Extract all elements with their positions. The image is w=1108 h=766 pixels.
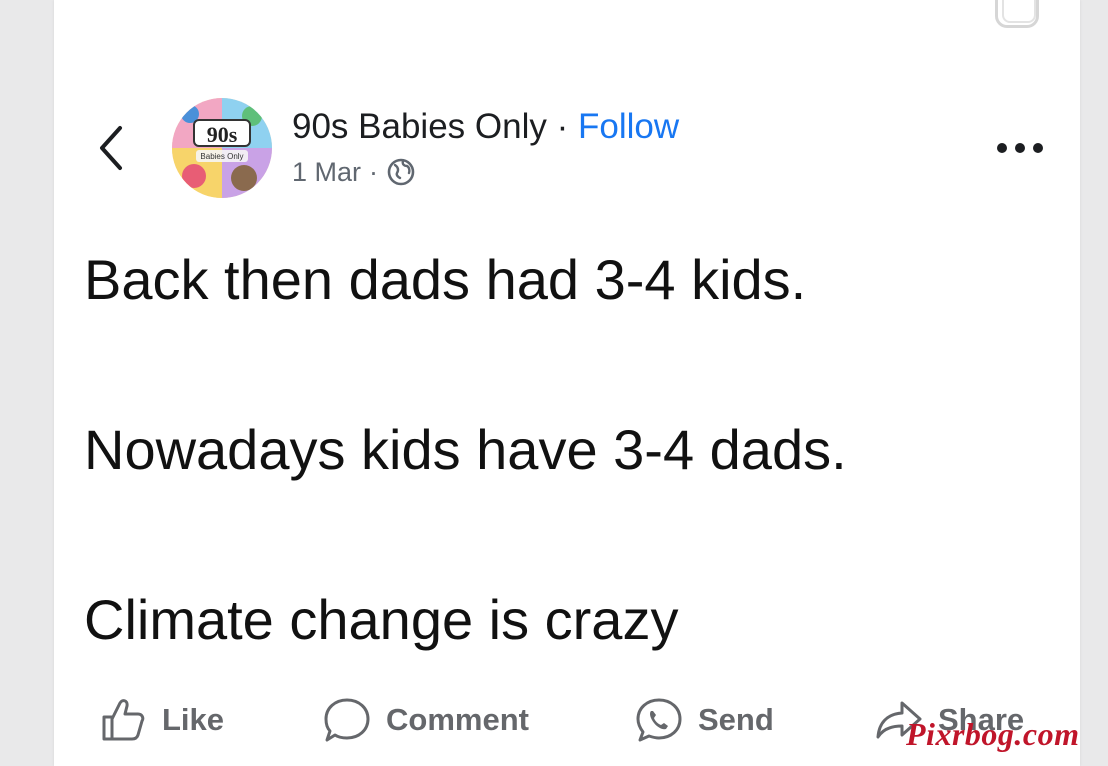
like-button[interactable]: Like (98, 690, 224, 750)
post-header-title: 90s Babies Only · Follow (292, 106, 679, 148)
post-line-3: Climate change is crazy (84, 588, 679, 651)
watermark-text: Pixrbog.com (906, 716, 1080, 752)
like-label: Like (162, 702, 225, 737)
avatar-logo-text: 90s (207, 122, 238, 147)
send-button[interactable]: Send (634, 690, 774, 750)
post-line-2: Nowadays kids have 3-4 dads. (84, 418, 847, 481)
comment-label: Comment (386, 702, 529, 737)
post-body: Back then dads had 3-4 kids. Nowadays ki… (84, 244, 1074, 656)
globe-icon (387, 158, 415, 186)
overlay-square-icon (995, 0, 1039, 28)
comment-button[interactable]: Comment (322, 690, 529, 750)
back-chevron-icon[interactable] (96, 124, 126, 172)
post-date[interactable]: 1 Mar (292, 154, 361, 190)
page-avatar[interactable]: 90s Babies Only (172, 98, 272, 198)
title-separator: · (546, 107, 578, 146)
more-options-icon[interactable] (995, 138, 1045, 158)
post-line-1: Back then dads had 3-4 kids. (84, 248, 807, 311)
meta-separator: · (369, 157, 379, 187)
send-label: Send (698, 702, 774, 737)
page-name-link[interactable]: 90s Babies Only (292, 107, 547, 146)
thumbs-up-icon (102, 699, 145, 741)
avatar-image: 90s Babies Only (172, 98, 272, 198)
follow-button[interactable]: Follow (578, 107, 679, 146)
messenger-icon (636, 698, 682, 742)
post-meta: 1 Mar · (292, 154, 416, 190)
avatar-logo-subtext: Babies Only (200, 152, 243, 161)
comment-bubble-icon (324, 698, 370, 742)
